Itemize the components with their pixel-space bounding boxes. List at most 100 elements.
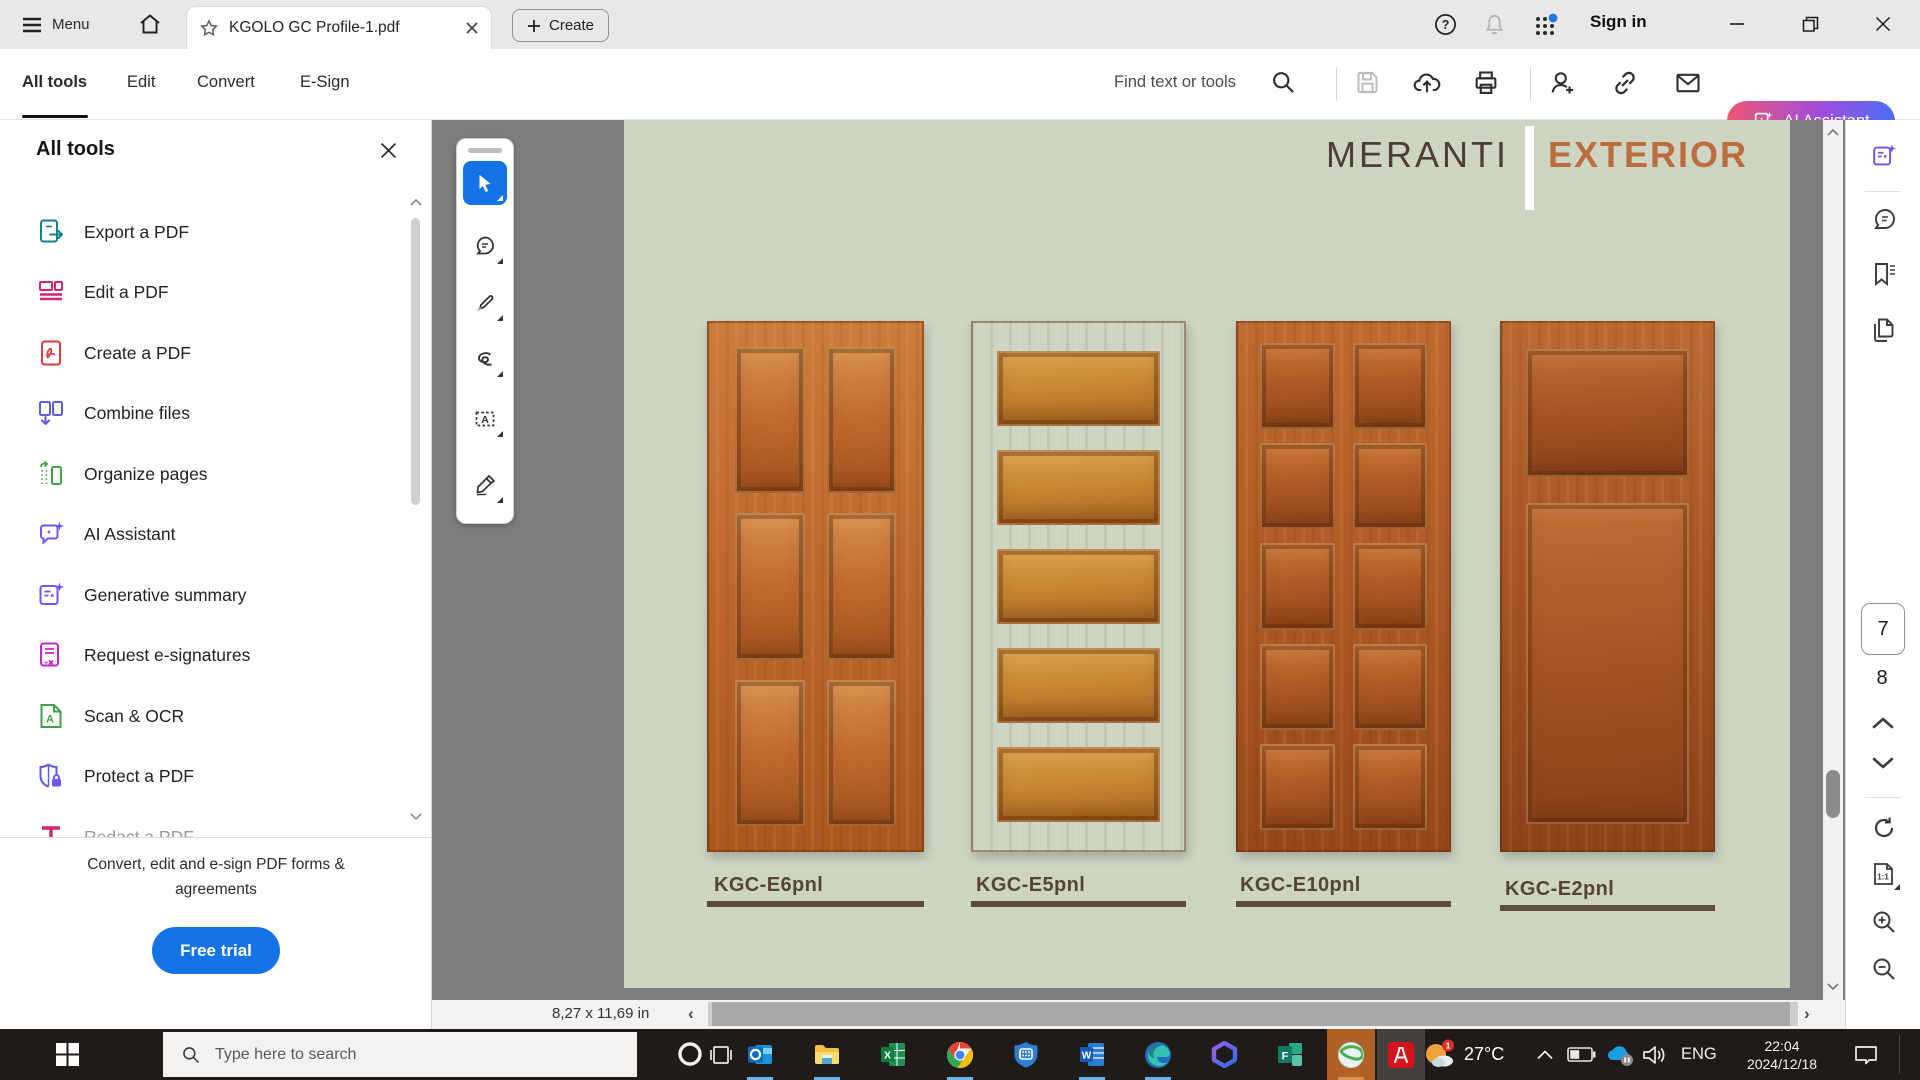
taskbar-office-icon[interactable] [1200, 1029, 1248, 1080]
scroll-left-icon[interactable]: ‹ [688, 1004, 694, 1024]
rotate-page-icon[interactable] [1870, 814, 1898, 842]
save-icon[interactable] [1354, 69, 1381, 96]
toolbar-divider [1336, 67, 1337, 101]
next-page-icon[interactable] [1872, 756, 1894, 770]
search-icon[interactable] [1270, 69, 1297, 96]
taskbar-security-shield-icon[interactable] [1002, 1029, 1050, 1080]
tab-close-icon[interactable] [465, 21, 479, 35]
tool-item-export-pdf[interactable]: Export a PDF [36, 206, 189, 258]
notifications-bell-icon[interactable] [1483, 13, 1506, 36]
hidden-icons-chevron[interactable] [1536, 1029, 1554, 1080]
menu-label: Menu [52, 16, 90, 33]
zoom-in-icon[interactable] [1870, 908, 1898, 936]
tab-convert[interactable]: Convert [197, 73, 255, 92]
tool-item-combine-files[interactable]: Combine files [36, 387, 190, 439]
taskbar-acrobat-icon[interactable] [1377, 1029, 1425, 1080]
tab-esign[interactable]: E-Sign [300, 73, 350, 92]
scroll-right-icon[interactable]: › [1804, 1004, 1810, 1024]
protect-pdf-icon [36, 761, 66, 791]
previous-page-icon[interactable] [1872, 716, 1894, 730]
tool-item-protect-pdf[interactable]: Protect a PDF [36, 750, 194, 802]
next-page-number: 8 [1861, 667, 1903, 690]
cortana-icon[interactable] [674, 1038, 706, 1070]
taskbar-excel-icon[interactable]: X [869, 1029, 917, 1080]
taskbar-forms-icon[interactable]: F [1266, 1029, 1314, 1080]
tool-item-redact-pdf[interactable]: Redact a PDF [36, 811, 194, 837]
tool-item-scan-ocr[interactable]: A Scan & OCR [36, 690, 184, 742]
volume-icon[interactable] [1641, 1029, 1669, 1080]
cloud-upload-icon[interactable] [1413, 69, 1441, 97]
tool-item-label: Generative summary [84, 585, 246, 606]
action-center-icon[interactable] [1853, 1029, 1879, 1080]
taskbar-edge-icon[interactable] [1134, 1029, 1182, 1080]
tool-item-label: Protect a PDF [84, 766, 194, 787]
page-thumbnails-icon[interactable] [1870, 316, 1898, 344]
comments-panel-icon[interactable] [1870, 206, 1898, 234]
tool-item-edit-pdf[interactable]: Edit a PDF [36, 266, 169, 318]
tab-all-tools[interactable]: All tools [22, 73, 87, 92]
help-icon[interactable]: ? [1434, 13, 1457, 36]
taskbar-file-explorer-icon[interactable] [803, 1029, 851, 1080]
create-pdf-icon [36, 338, 66, 368]
link-icon[interactable] [1611, 69, 1639, 97]
weather-tray-item[interactable]: 1 27°C [1422, 1029, 1504, 1080]
close-window-icon[interactable] [1869, 12, 1897, 36]
print-icon[interactable] [1472, 69, 1500, 97]
door-label-underline [1236, 901, 1451, 907]
document-tab[interactable]: KGOLO GC Profile-1.pdf [186, 6, 492, 49]
current-page-box[interactable]: 7 [1861, 603, 1905, 655]
restore-icon[interactable] [1796, 12, 1824, 36]
tool-item-create-pdf[interactable]: Create a PDF [36, 327, 191, 379]
panel-scrollbar-thumb[interactable] [411, 218, 420, 505]
email-icon[interactable] [1674, 69, 1702, 97]
highlight-tool-button[interactable] [463, 281, 507, 325]
vertical-scrollbar-thumb[interactable] [1826, 770, 1840, 818]
taskbar-globe-app-icon[interactable] [1327, 1029, 1375, 1080]
bookmarks-panel-icon[interactable] [1870, 260, 1898, 288]
fill-sign-tool-button[interactable] [463, 463, 507, 507]
combine-files-icon [36, 398, 66, 428]
ai-assistant-icon [36, 519, 66, 549]
zoom-out-icon[interactable] [1870, 955, 1898, 983]
create-tab-button[interactable]: Create [512, 9, 609, 42]
show-desktop-divider[interactable] [1899, 1035, 1900, 1074]
comment-tool-button[interactable] [463, 224, 507, 268]
taskbar-chrome-icon[interactable] [936, 1029, 984, 1080]
vertical-scrollbar[interactable] [1823, 120, 1843, 1000]
door-label-e2pnl: KGC-E2pnl [1505, 878, 1614, 901]
home-button[interactable] [138, 12, 162, 36]
sign-in-button[interactable]: Sign in [1590, 12, 1647, 32]
taskbar-outlook-icon[interactable] [736, 1029, 784, 1080]
language-indicator[interactable]: ENG [1681, 1029, 1717, 1080]
tool-item-generative-summary[interactable]: Generative summary [36, 569, 246, 621]
minimize-icon[interactable] [1723, 12, 1751, 36]
horizontal-scrollbar-thumb[interactable] [712, 1002, 1790, 1026]
apps-grid-icon[interactable] [1533, 13, 1558, 38]
date-label: 2024/12/18 [1747, 1055, 1817, 1073]
tool-item-request-esignatures[interactable]: Request e-signatures [36, 629, 250, 681]
header-divider-bar [1525, 126, 1534, 210]
clock-tray-item[interactable]: 22:04 2024/12/18 [1732, 1029, 1832, 1080]
star-icon[interactable] [199, 18, 219, 38]
onedrive-paused-icon[interactable] [1605, 1029, 1635, 1080]
quick-tools-drag-handle[interactable] [468, 148, 502, 153]
task-view-icon[interactable] [708, 1042, 734, 1068]
battery-icon[interactable] [1567, 1029, 1596, 1080]
free-trial-button[interactable]: Free trial [152, 927, 280, 974]
add-user-icon[interactable] [1548, 69, 1576, 97]
tab-edit[interactable]: Edit [127, 73, 155, 92]
start-button-icon[interactable] [56, 1043, 79, 1066]
menu-button[interactable]: Menu [22, 0, 90, 49]
draw-tool-button[interactable] [463, 337, 507, 381]
tool-item-ai-assistant[interactable]: AI Assistant [36, 508, 175, 560]
select-tool-button[interactable] [463, 161, 507, 205]
fit-one-to-one-icon[interactable]: 1:1 [1870, 860, 1898, 888]
text-box-tool-button[interactable]: A [463, 397, 507, 441]
find-text-label[interactable]: Find text or tools [1114, 73, 1236, 92]
door-label-e10pnl: KGC-E10pnl [1240, 874, 1361, 897]
active-tab-underline [22, 115, 88, 118]
generative-summary-icon[interactable] [1870, 142, 1898, 170]
tool-item-organize-pages[interactable]: Organize pages [36, 448, 208, 500]
taskbar-word-icon[interactable]: W [1068, 1029, 1116, 1080]
taskbar-search-input[interactable]: Type here to search [163, 1032, 637, 1077]
